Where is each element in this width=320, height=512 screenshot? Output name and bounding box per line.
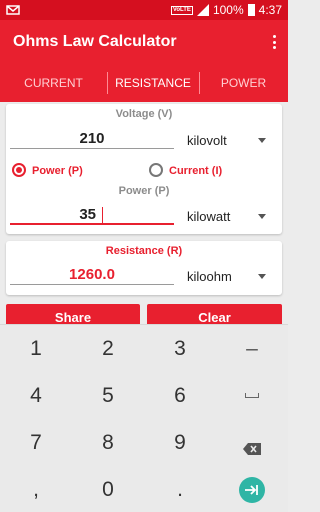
power-unit-select[interactable]: kilowatt: [187, 209, 230, 224]
key-go[interactable]: [216, 466, 288, 512]
tab-resistance[interactable]: RESISTANCE: [107, 64, 199, 102]
resistance-label: Resistance (R): [105, 245, 183, 257]
share-button[interactable]: Share: [6, 304, 140, 324]
power-radio-label[interactable]: Power (P): [32, 165, 83, 177]
key-8[interactable]: 8: [72, 419, 144, 466]
power-input[interactable]: 35: [10, 205, 174, 225]
key-6[interactable]: 6: [144, 372, 216, 419]
key-space[interactable]: [216, 372, 288, 419]
key-2[interactable]: 2: [72, 325, 144, 372]
tab-power[interactable]: POWER: [199, 64, 288, 102]
power-radio[interactable]: [12, 163, 26, 177]
key-0[interactable]: 0: [72, 466, 144, 512]
current-radio-label[interactable]: Current (I): [169, 165, 222, 177]
key-4[interactable]: 4: [0, 372, 72, 419]
key-1[interactable]: 1: [0, 325, 72, 372]
status-bar: VoLTE 100% 4:37: [0, 0, 288, 20]
volte-badge: VoLTE: [170, 5, 193, 15]
space-icon: [245, 393, 259, 398]
resistance-unit-select[interactable]: kiloohm: [187, 269, 232, 284]
voltage-value: 210: [79, 130, 105, 147]
resistance-value: 1260.0: [69, 266, 115, 283]
key-period[interactable]: .: [144, 466, 216, 512]
clear-button[interactable]: Clear: [147, 304, 282, 324]
key-9[interactable]: 9: [144, 419, 216, 466]
key-backspace[interactable]: [216, 419, 288, 466]
input-card: Voltage (V) 210 kilovolt Power (P) Curre…: [6, 104, 282, 234]
power-label: Power (P): [118, 185, 170, 197]
numeric-keyboard: 1 2 3 – 4 5 6 7 8 9 , 0 .: [0, 324, 288, 512]
key-7[interactable]: 7: [0, 419, 72, 466]
tab-bar: CURRENT RESISTANCE POWER: [0, 64, 288, 102]
overflow-menu-icon[interactable]: [272, 35, 276, 49]
app-title: Ohms Law Calculator: [13, 33, 177, 50]
resistance-unit-caret-icon[interactable]: [258, 274, 266, 279]
resistance-output[interactable]: 1260.0: [10, 265, 174, 285]
key-3[interactable]: 3: [144, 325, 216, 372]
battery-icon: [247, 4, 255, 16]
text-cursor: [102, 207, 103, 223]
email-notification-icon: [6, 5, 20, 15]
backspace-icon: [243, 437, 261, 455]
voltage-label: Voltage (V): [115, 108, 173, 120]
key-minus[interactable]: –: [216, 325, 288, 372]
power-value: 35: [79, 206, 96, 223]
app-bar: Ohms Law Calculator: [0, 20, 288, 64]
go-icon: [239, 476, 265, 503]
key-5[interactable]: 5: [72, 372, 144, 419]
battery-percent: 100%: [212, 3, 244, 17]
voltage-unit-select[interactable]: kilovolt: [187, 133, 227, 148]
power-unit-caret-icon[interactable]: [258, 214, 266, 219]
voltage-input[interactable]: 210: [10, 129, 174, 149]
clock: 4:37: [258, 3, 282, 17]
status-icons: VoLTE 100% 4:37: [170, 0, 282, 20]
current-radio[interactable]: [149, 163, 163, 177]
result-card: Resistance (R) 1260.0 kiloohm: [6, 241, 282, 295]
voltage-unit-caret-icon[interactable]: [258, 138, 266, 143]
tab-current[interactable]: CURRENT: [0, 64, 107, 102]
signal-icon: [196, 4, 209, 16]
key-comma[interactable]: ,: [0, 466, 72, 512]
